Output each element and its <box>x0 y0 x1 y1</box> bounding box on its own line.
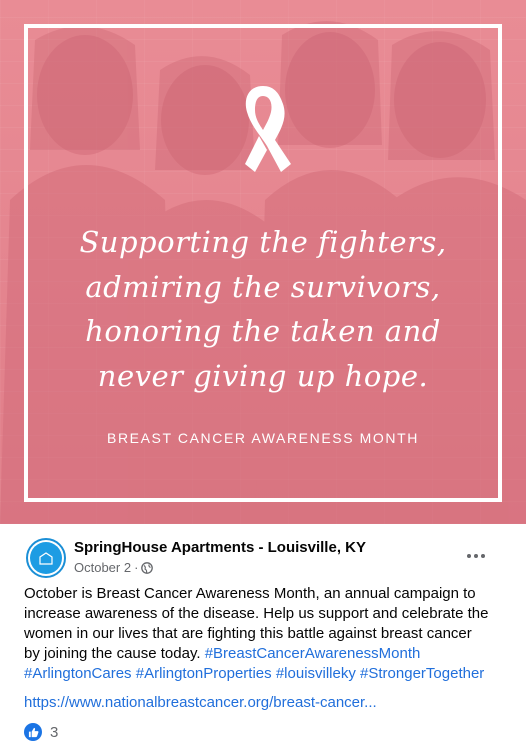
page-avatar[interactable] <box>26 538 66 578</box>
external-link[interactable]: https://www.nationalbreastcancer.org/bre… <box>24 694 377 711</box>
awareness-subtitle: BREAST CANCER AWARENESS MONTH <box>107 430 419 446</box>
post-card: SpringHouse Apartments - Louisville, KY … <box>0 524 526 749</box>
hashtag-line: #ArlingtonCares #ArlingtonProperties #lo… <box>24 664 504 684</box>
meta-separator: · <box>134 560 139 575</box>
like-icon <box>24 723 42 741</box>
building-icon <box>30 542 62 574</box>
globe-icon <box>141 561 154 574</box>
hashtag-link[interactable]: #ArlingtonProperties <box>136 665 272 682</box>
hashtag-link[interactable]: #ArlingtonCares <box>24 665 132 682</box>
post-text-segment: by joining the cause today. <box>24 645 205 662</box>
post-text-line: October is Breast Cancer Awareness Month… <box>24 585 476 602</box>
quote-text: Supporting the fighters, admiring the su… <box>40 220 486 398</box>
post-image[interactable]: Supporting the fighters, admiring the su… <box>0 0 526 524</box>
more-options-icon[interactable] <box>462 546 490 566</box>
ribbon-icon <box>245 86 291 172</box>
quote-line: never giving up hope. <box>97 358 429 393</box>
post-text: October is Breast Cancer Awareness Month… <box>24 584 504 684</box>
post-meta: October 2 · <box>74 560 154 575</box>
post-date[interactable]: October 2 <box>74 560 131 575</box>
quote-line: admiring the survivors, <box>85 269 441 304</box>
quote-line: Supporting the fighters, <box>79 225 447 259</box>
post-text-line: increase awareness of the disease. Help … <box>24 605 489 622</box>
quote-line: honoring the taken and <box>85 314 441 348</box>
hashtag-link[interactable]: #BreastCancerAwarenessMonth <box>205 645 421 662</box>
post-text-line: by joining the cause today. #BreastCance… <box>24 644 504 664</box>
hashtag-link[interactable]: #StrongerTogether <box>360 665 484 682</box>
page-name-link[interactable]: SpringHouse Apartments - Louisville, KY <box>74 539 366 556</box>
reaction-count: 3 <box>50 723 59 741</box>
hashtag-link[interactable]: #louisvilleky <box>276 665 356 682</box>
reactions-bar[interactable]: 3 <box>24 723 58 741</box>
post-text-line: women in our lives that are fighting thi… <box>24 625 472 642</box>
